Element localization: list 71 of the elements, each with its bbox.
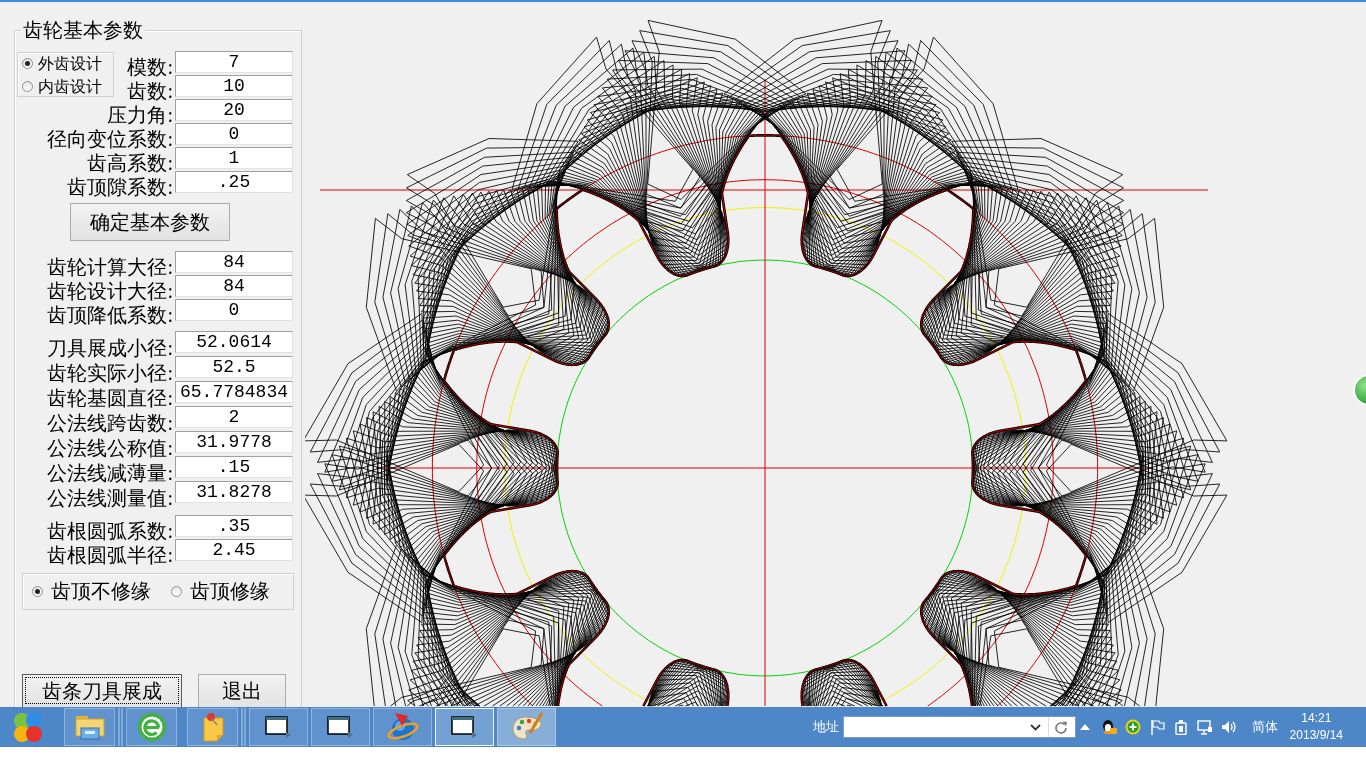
confirm-button[interactable]: 确定基本参数: [70, 203, 230, 241]
value-field[interactable]: 31.9778: [175, 431, 293, 453]
group-title: 齿轮基本参数: [21, 18, 145, 42]
taskbar-button[interactable]: [311, 708, 370, 746]
taskbar-button[interactable]: [249, 708, 308, 746]
field-label: 齿轮实际小径:: [46, 362, 174, 384]
value-field[interactable]: 65.7784834: [175, 381, 293, 403]
field-label: 径向变位系数:: [46, 128, 174, 150]
field-label: 齿顶隙系数:: [66, 176, 174, 198]
value-field[interactable]: 7: [175, 51, 293, 73]
dialog-button[interactable]: 退出: [198, 674, 286, 707]
value-field[interactable]: 0: [175, 299, 293, 321]
dialog-button[interactable]: 齿条刀具展成: [22, 674, 182, 707]
address-field[interactable]: [842, 716, 1076, 738]
radio-option[interactable]: 齿顶不修缘: [32, 581, 151, 602]
refresh-icon[interactable]: [1053, 720, 1068, 734]
radio-option[interactable]: 齿顶修缘: [171, 581, 270, 602]
taskbar-button[interactable]: [435, 708, 494, 746]
radio-indicator-icon[interactable]: [22, 80, 33, 92]
value-field[interactable]: 10: [175, 75, 293, 97]
radio-option[interactable]: 内齿设计: [22, 75, 102, 97]
window-icon: [451, 715, 478, 739]
field-label: 公法线跨齿数:: [46, 412, 174, 434]
globe-icon: [386, 711, 419, 743]
value-field[interactable]: .25: [175, 171, 293, 193]
field-label: 齿数:: [126, 80, 174, 102]
radio-indicator-icon[interactable]: [22, 57, 33, 69]
network-icon[interactable]: [1196, 719, 1213, 735]
radio-option[interactable]: 外齿设计: [22, 52, 102, 74]
palette-icon: [509, 711, 544, 743]
value-field[interactable]: 84: [175, 251, 293, 273]
clock-time: 14:21: [1301, 710, 1332, 727]
battery-icon[interactable]: [1172, 719, 1189, 735]
penguin-icon[interactable]: [1100, 719, 1117, 735]
field-label: 齿轮计算大径:: [46, 256, 174, 278]
field-label: 齿根圆弧系数:: [46, 520, 174, 542]
window-icon: [327, 715, 354, 739]
radio-indicator-icon[interactable]: [171, 586, 182, 597]
field-label: 齿高系数:: [86, 152, 174, 174]
field-label: 公法线公称值:: [46, 437, 174, 459]
browser-logo-icon: [135, 711, 168, 743]
value-field[interactable]: 31.8278: [175, 481, 293, 503]
address-label: 地址: [812, 719, 839, 735]
field-label: 公法线测量值:: [46, 487, 174, 509]
value-field[interactable]: .15: [175, 456, 293, 478]
flag-icon[interactable]: [1148, 719, 1165, 735]
value-field[interactable]: 52.0614: [175, 331, 293, 353]
value-field[interactable]: .35: [175, 515, 293, 537]
input-language-indicator[interactable]: 简体: [1251, 719, 1278, 735]
field-label: 压力角:: [106, 104, 174, 126]
field-label: 齿根圆弧半径:: [46, 544, 174, 566]
value-field[interactable]: 2.45: [175, 539, 293, 561]
window-icon: [265, 715, 292, 739]
chevron-down-icon[interactable]: [1028, 721, 1042, 733]
value-field[interactable]: 20: [175, 99, 293, 121]
plus-circle-icon[interactable]: [1124, 719, 1141, 735]
value-field[interactable]: 2: [175, 406, 293, 428]
folder-icon: [73, 713, 106, 741]
clock-date: 2013/9/14: [1289, 727, 1343, 744]
field-label: 齿轮设计大径:: [46, 280, 174, 302]
value-field[interactable]: 84: [175, 275, 293, 297]
field-label: 模数:: [126, 56, 174, 78]
field-label: 齿顶降低系数:: [46, 304, 174, 326]
value-field[interactable]: 1: [175, 147, 293, 169]
radio-indicator-icon[interactable]: [32, 586, 43, 597]
value-field[interactable]: 0: [175, 123, 293, 145]
value-field[interactable]: 52.5: [175, 356, 293, 378]
speaker-icon[interactable]: [1220, 719, 1237, 735]
field-label: 刀具展成小径:: [46, 337, 174, 359]
field-label: 齿轮基圆直径:: [46, 387, 174, 409]
field-label: 公法线减薄量:: [46, 462, 174, 484]
